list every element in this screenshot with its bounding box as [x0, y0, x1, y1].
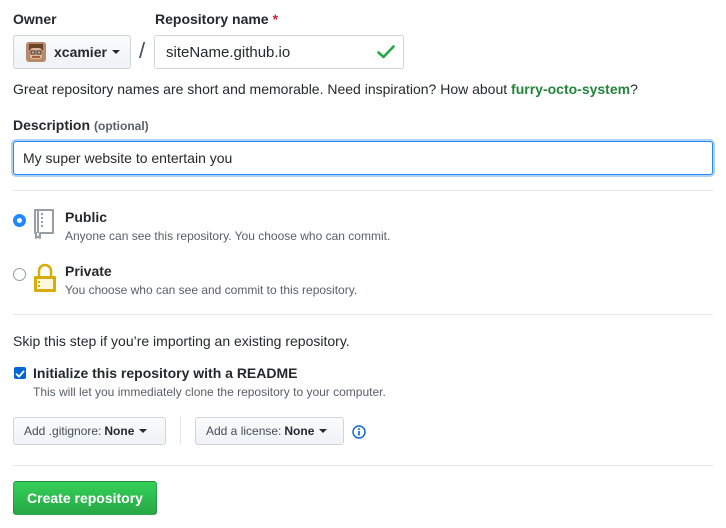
- owner-repo-separator: /: [139, 38, 146, 63]
- hint-text: Great repository names are short and mem…: [13, 81, 512, 97]
- readme-label[interactable]: Initialize this repository with a README: [33, 365, 297, 381]
- private-title: Private: [65, 263, 112, 279]
- description-label-text: Description: [13, 117, 91, 133]
- repo-name-label: Repository name *: [155, 11, 278, 27]
- public-title: Public: [65, 209, 108, 225]
- chevron-down-icon: [319, 429, 328, 433]
- select-separator: [180, 416, 181, 444]
- gitignore-label: Add .gitignore:: [24, 424, 102, 438]
- owner-dropdown[interactable]: xcamier: [13, 35, 131, 69]
- chevron-down-icon: [111, 50, 120, 54]
- gitignore-select[interactable]: Add .gitignore: None: [13, 417, 166, 445]
- description-input[interactable]: [13, 141, 713, 175]
- repo-name-hint: Great repository names are short and mem…: [13, 81, 638, 97]
- description-label: Description (optional): [13, 117, 149, 133]
- skip-step-text: Skip this step if you’re importing an ex…: [13, 333, 350, 349]
- license-select[interactable]: Add a license: None: [195, 417, 344, 445]
- name-suggestion-link[interactable]: furry-octo-system: [511, 81, 630, 97]
- license-value: None: [284, 424, 315, 438]
- lock-icon: [34, 263, 56, 292]
- public-radio[interactable]: [13, 214, 26, 227]
- hint-suffix: ?: [630, 81, 638, 97]
- divider: [13, 190, 713, 191]
- private-subtitle: You choose who can see and commit to thi…: [65, 283, 358, 297]
- chevron-down-icon: [139, 429, 148, 433]
- public-subtitle: Anyone can see this repository. You choo…: [65, 229, 391, 243]
- owner-label: Owner: [13, 11, 57, 27]
- check-icon: [377, 45, 395, 59]
- avatar: [26, 42, 46, 62]
- check-icon: [15, 370, 25, 378]
- repo-name-label-text: Repository name: [155, 11, 269, 27]
- divider: [13, 314, 713, 315]
- required-mark: *: [272, 11, 279, 27]
- gitignore-value: None: [104, 424, 135, 438]
- private-radio[interactable]: [13, 268, 26, 281]
- license-label: Add a license:: [206, 424, 282, 438]
- divider: [13, 465, 713, 466]
- readme-subtitle: This will let you immediately clone the …: [33, 385, 386, 399]
- optional-tag: (optional): [94, 119, 149, 133]
- repo-name-input[interactable]: [154, 35, 404, 69]
- create-repository-button[interactable]: Create repository: [13, 481, 157, 515]
- repo-book-icon: [34, 209, 54, 239]
- info-icon[interactable]: [352, 425, 366, 439]
- readme-checkbox[interactable]: [14, 367, 26, 379]
- owner-name: xcamier: [54, 44, 107, 60]
